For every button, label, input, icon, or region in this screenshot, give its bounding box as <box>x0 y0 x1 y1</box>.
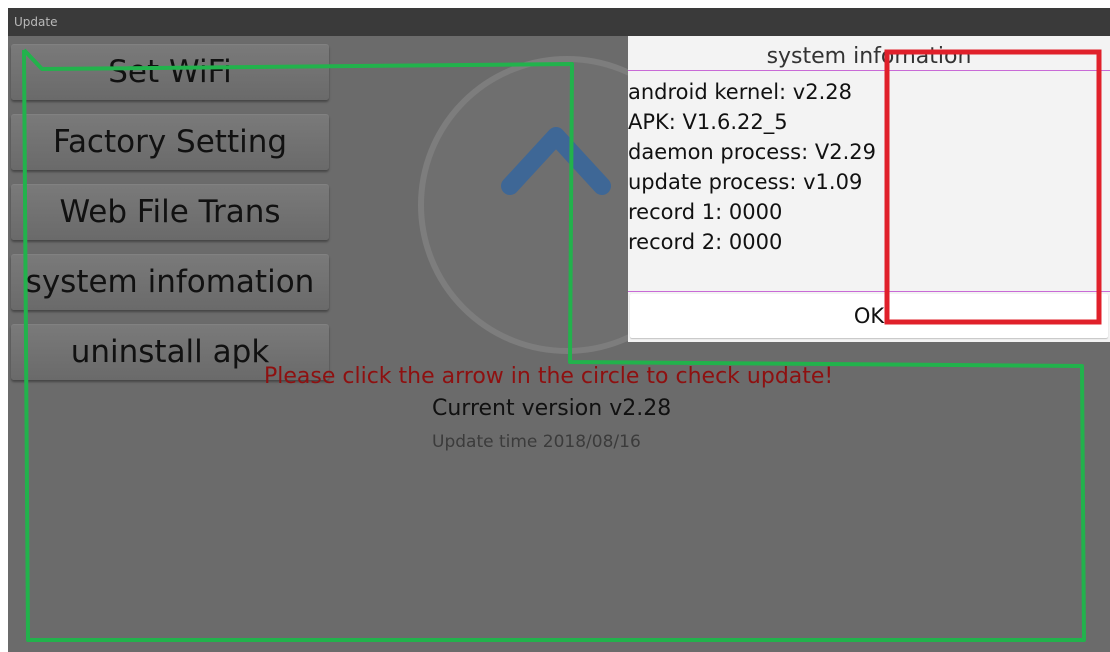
info-android-kernel: android kernel: v2.28 <box>628 80 852 104</box>
up-arrow-icon[interactable] <box>496 122 616 302</box>
info-update-process: update process: v1.09 <box>628 170 863 194</box>
dialog-title: system infomation <box>766 44 972 69</box>
info-record-2: record 2: 0000 <box>628 230 783 254</box>
system-info-dialog: system infomation android kernel: v2.28 … <box>628 36 1110 342</box>
factory-setting-button[interactable]: Factory Setting <box>11 114 329 170</box>
window-title: Update <box>14 15 58 29</box>
update-time: Update time 2018/08/16 <box>432 432 641 452</box>
window-titlebar: Update <box>8 8 1110 36</box>
ok-button[interactable]: OK <box>630 294 1108 338</box>
app-body: Set WiFi Factory Setting Web File Trans … <box>8 36 1110 652</box>
info-daemon-process: daemon process: V2.29 <box>628 140 876 164</box>
info-record-1: record 1: 0000 <box>628 200 783 224</box>
current-version: Current version v2.28 <box>432 396 672 421</box>
set-wifi-button[interactable]: Set WiFi <box>11 44 329 100</box>
dialog-divider-top <box>628 70 1110 71</box>
dialog-divider-bottom <box>628 291 1110 292</box>
system-infomation-button[interactable]: system infomation <box>11 254 329 310</box>
update-prompt: Please click the arrow in the circle to … <box>264 364 834 389</box>
info-apk: APK: V1.6.22_5 <box>628 110 788 134</box>
web-file-trans-button[interactable]: Web File Trans <box>11 184 329 240</box>
